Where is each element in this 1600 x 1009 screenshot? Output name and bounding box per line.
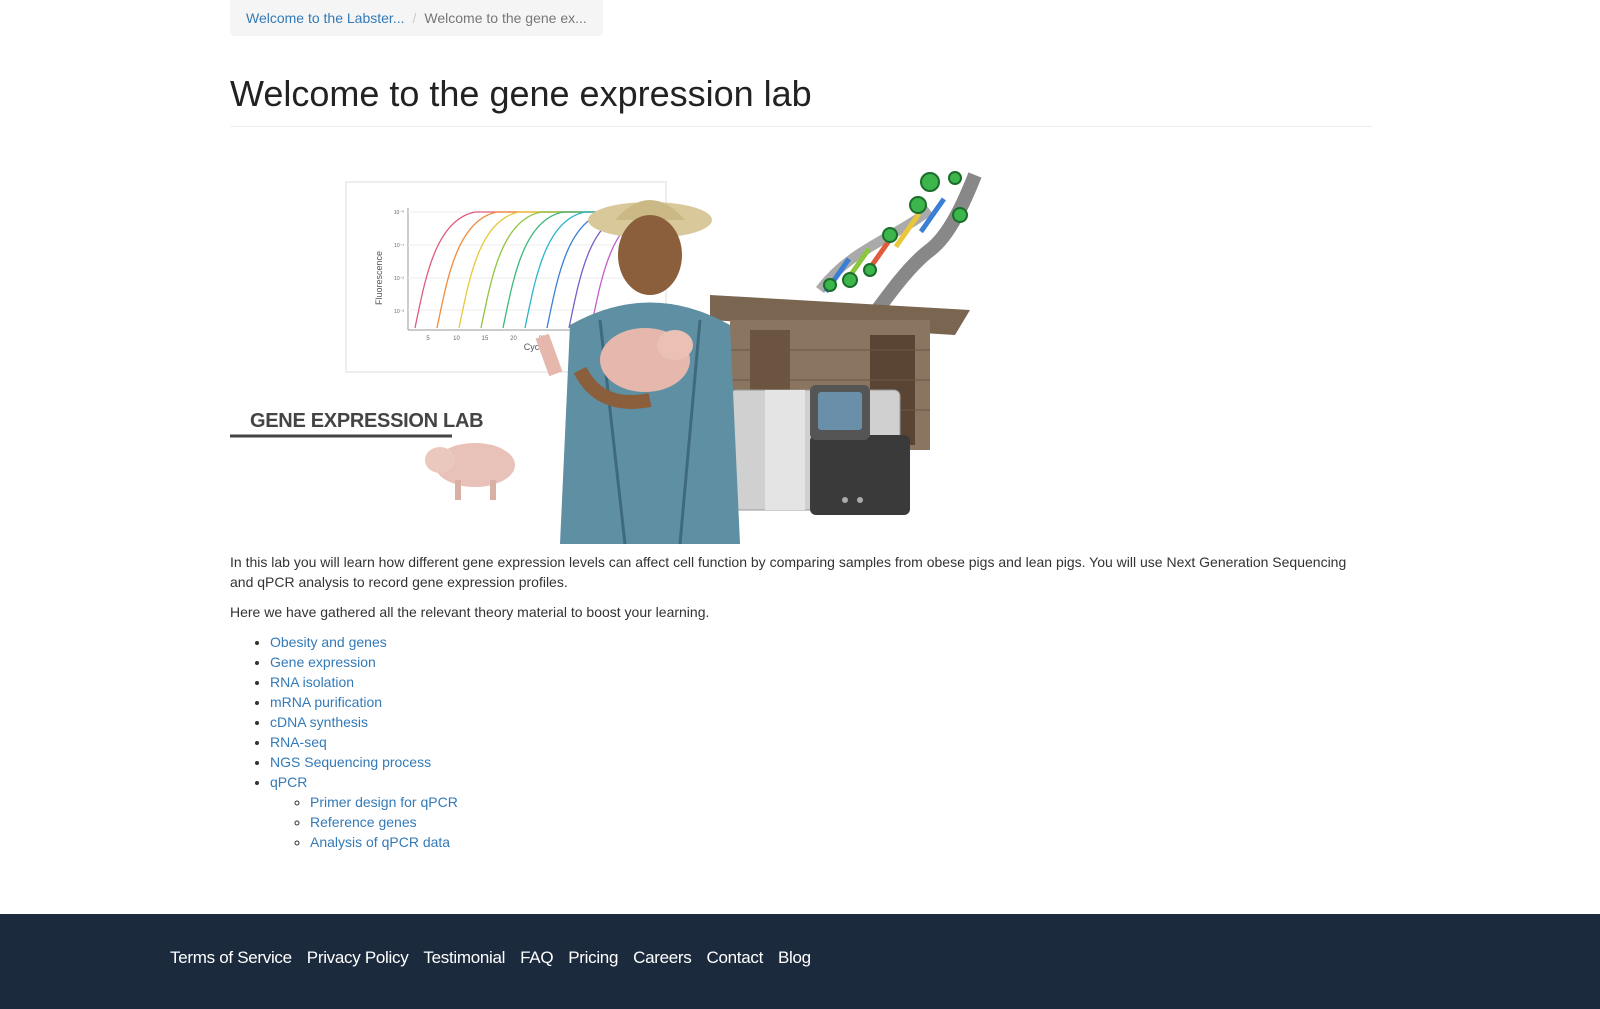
footer-links: Terms of Service Privacy Policy Testimon…: [170, 948, 811, 968]
chart-ylabel: Fluorescence: [374, 251, 384, 305]
hero-illustration: Fluorescence Cycle 510152025 10⁻⁰10⁻¹10⁻…: [230, 171, 982, 544]
list-item: RNA-seq: [270, 732, 458, 752]
link-mrna-purification[interactable]: mRNA purification: [270, 694, 382, 710]
link-primer-design[interactable]: Primer design for qPCR: [310, 794, 458, 810]
chart-ytick-label: 10⁻¹: [394, 243, 404, 249]
footer-faq-link[interactable]: FAQ: [520, 948, 553, 968]
link-gene-expression[interactable]: Gene expression: [270, 654, 376, 670]
list-item: RNA isolation: [270, 672, 458, 692]
site-footer: Terms of Service Privacy Policy Testimon…: [0, 914, 1600, 1009]
theory-intro-paragraph: Here we have gathered all the relevant t…: [230, 604, 710, 620]
breadcrumb-separator: /: [412, 10, 417, 26]
list-item: Gene expression: [270, 652, 458, 672]
intro-section: In this lab you will learn how different…: [230, 552, 1372, 632]
theory-link-list: Obesity and genes Gene expression RNA is…: [230, 632, 458, 852]
intro-paragraph: In this lab you will learn how different…: [230, 554, 1347, 590]
list-item: NGS Sequencing process: [270, 752, 458, 772]
footer-testimonial-link[interactable]: Testimonial: [423, 948, 505, 968]
link-reference-genes[interactable]: Reference genes: [310, 814, 417, 830]
chart-xtick-label: 20: [510, 336, 517, 342]
link-qpcr[interactable]: qPCR: [270, 774, 307, 790]
chart-ytick-label: 10⁻²: [394, 276, 404, 282]
list-item: Analysis of qPCR data: [310, 832, 458, 852]
breadcrumb-parent-link[interactable]: Welcome to the Labster...: [246, 10, 405, 36]
breadcrumb: Welcome to the Labster... / Welcome to t…: [230, 0, 603, 36]
hero-image: Fluorescence Cycle 510152025 10⁻⁰10⁻¹10⁻…: [230, 160, 1010, 544]
footer-contact-link[interactable]: Contact: [707, 948, 764, 968]
footer-pricing-link[interactable]: Pricing: [568, 948, 618, 968]
sequencer-machine: [729, 385, 910, 515]
list-item: mRNA purification: [270, 692, 458, 712]
hero-banner: GENE EXPRESSION LAB: [230, 410, 484, 438]
breadcrumb-current: Welcome to the gene ex...: [424, 10, 587, 26]
chart-xtick-label: 15: [482, 336, 489, 342]
chart-ytick-label: 10⁻³: [394, 309, 404, 315]
footer-blog-link[interactable]: Blog: [778, 948, 811, 968]
theory-links: Obesity and genes Gene expression RNA is…: [230, 632, 458, 852]
link-rna-seq[interactable]: RNA-seq: [270, 734, 327, 750]
list-item: qPCR Primer design for qPCR Reference ge…: [270, 772, 458, 852]
chart-ytick-label: 10⁻⁰: [394, 210, 404, 216]
link-ngs-sequencing[interactable]: NGS Sequencing process: [270, 754, 431, 770]
footer-privacy-link[interactable]: Privacy Policy: [307, 948, 409, 968]
link-obesity-and-genes[interactable]: Obesity and genes: [270, 634, 387, 650]
qpcr-sublinks: Primer design for qPCR Reference genes A…: [270, 792, 458, 852]
footer-careers-link[interactable]: Careers: [633, 948, 692, 968]
list-item: cDNA synthesis: [270, 712, 458, 732]
list-item: Primer design for qPCR: [310, 792, 458, 812]
list-item: Obesity and genes: [270, 632, 458, 652]
hero-banner-text: GENE EXPRESSION LAB: [250, 410, 483, 432]
link-analysis-qpcr[interactable]: Analysis of qPCR data: [310, 834, 450, 850]
page-title: Welcome to the gene expression lab: [230, 72, 1372, 127]
small-pig: [425, 443, 515, 500]
chart-xtick-label: 10: [453, 336, 460, 342]
footer-terms-link[interactable]: Terms of Service: [170, 948, 292, 968]
list-item: Reference genes: [310, 812, 458, 832]
link-rna-isolation[interactable]: RNA isolation: [270, 674, 354, 690]
link-cdna-synthesis[interactable]: cDNA synthesis: [270, 714, 368, 730]
